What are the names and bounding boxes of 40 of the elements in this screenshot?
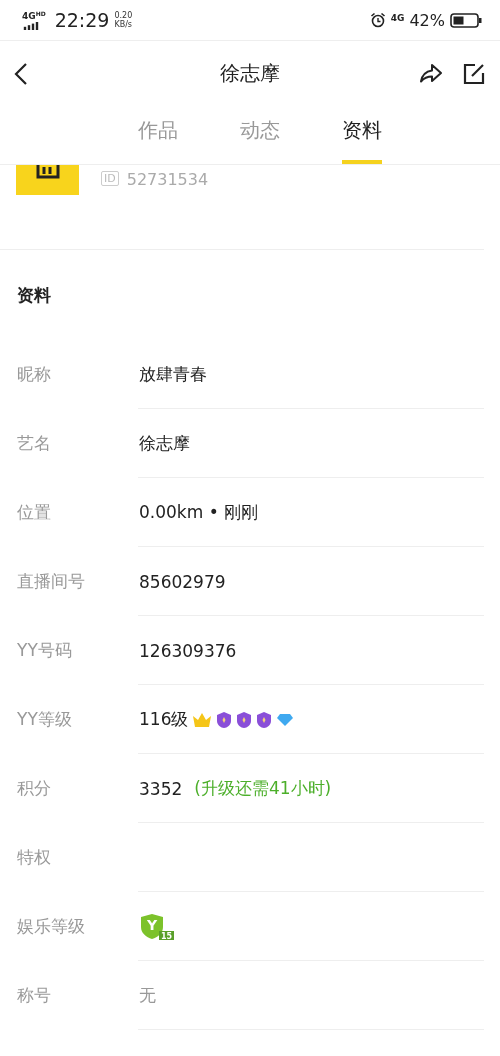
upgrade-note: (升级还需41小时) [194,777,332,800]
tab[interactable]: 动态 [240,106,280,164]
tab[interactable]: 作品 [138,106,178,164]
field-label: 娱乐等级 [16,915,86,938]
battery-icon [450,12,482,28]
alarm-icon [369,12,386,28]
field-value: 0.00km • 刚刚 [139,501,259,524]
clock-time: 22:29 [54,9,110,31]
signal-icon [22,21,40,30]
shield-icon [216,710,233,729]
network-speed: 0.20 KB/s [114,11,133,29]
crown-icon [192,711,213,728]
field-value: 85602979 [139,571,226,592]
avatar [16,165,79,195]
field-label: 位置 [16,501,52,524]
battery-percent: 42% [409,10,445,30]
diamond-icon [276,712,295,727]
field-label: 特权 [16,846,52,869]
field-value: 3352 [139,778,183,799]
field-label: 昵称 [16,363,52,386]
network-label: 4G$^{HD}$ [22,10,46,21]
field-label: 积分 [16,777,52,800]
network-label: 4G [390,12,405,23]
field-value: 无 [139,984,156,1007]
field-value: 徐志摩 [139,432,190,455]
field-label: YY等级 [16,708,73,731]
shield-icon [236,710,253,729]
user-id: 52731534 [126,170,209,189]
field-label: 艺名 [16,432,52,455]
field-label: 直播间号 [16,570,86,593]
shield-icon [256,710,273,729]
field-label: 称号 [16,984,52,1007]
field-label: YY号码 [16,639,73,662]
section-title: 资料 [16,283,52,307]
field-value: 126309376 [139,640,237,661]
page-title: 徐志摩 [220,60,280,87]
tab[interactable]: 资料 [342,106,382,164]
field-value: 116级 [139,708,189,731]
id-tag: ID [101,171,119,186]
field-value: 放肆青春 [139,363,207,386]
